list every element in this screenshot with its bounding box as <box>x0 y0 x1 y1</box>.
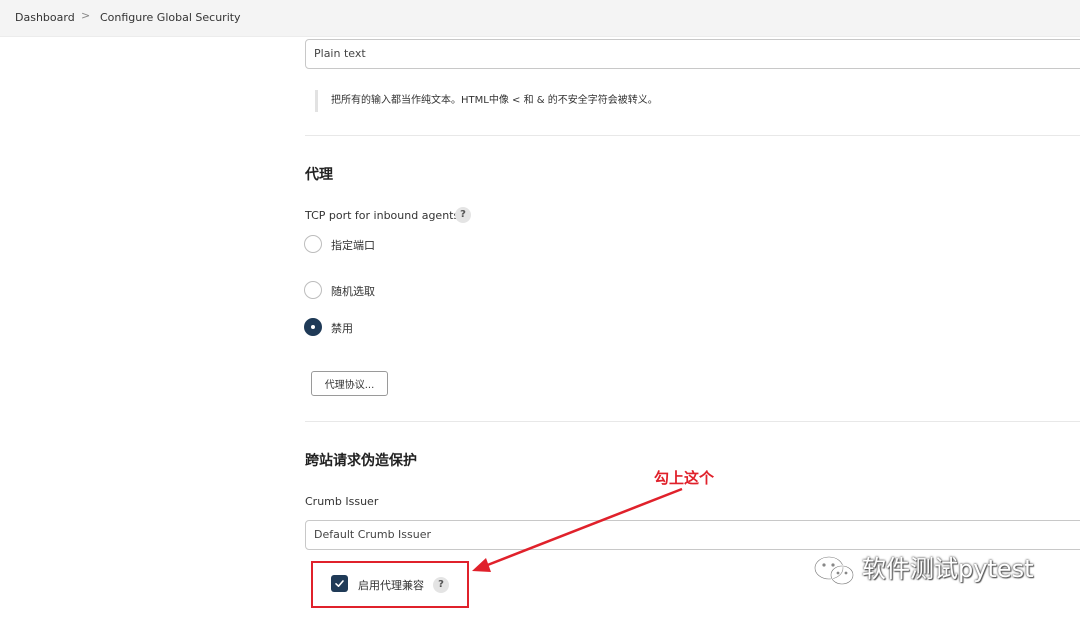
annotation-arrow-icon <box>472 487 683 572</box>
watermark-text: 软件测试pytest <box>862 555 1034 583</box>
wechat-icon <box>813 555 855 586</box>
